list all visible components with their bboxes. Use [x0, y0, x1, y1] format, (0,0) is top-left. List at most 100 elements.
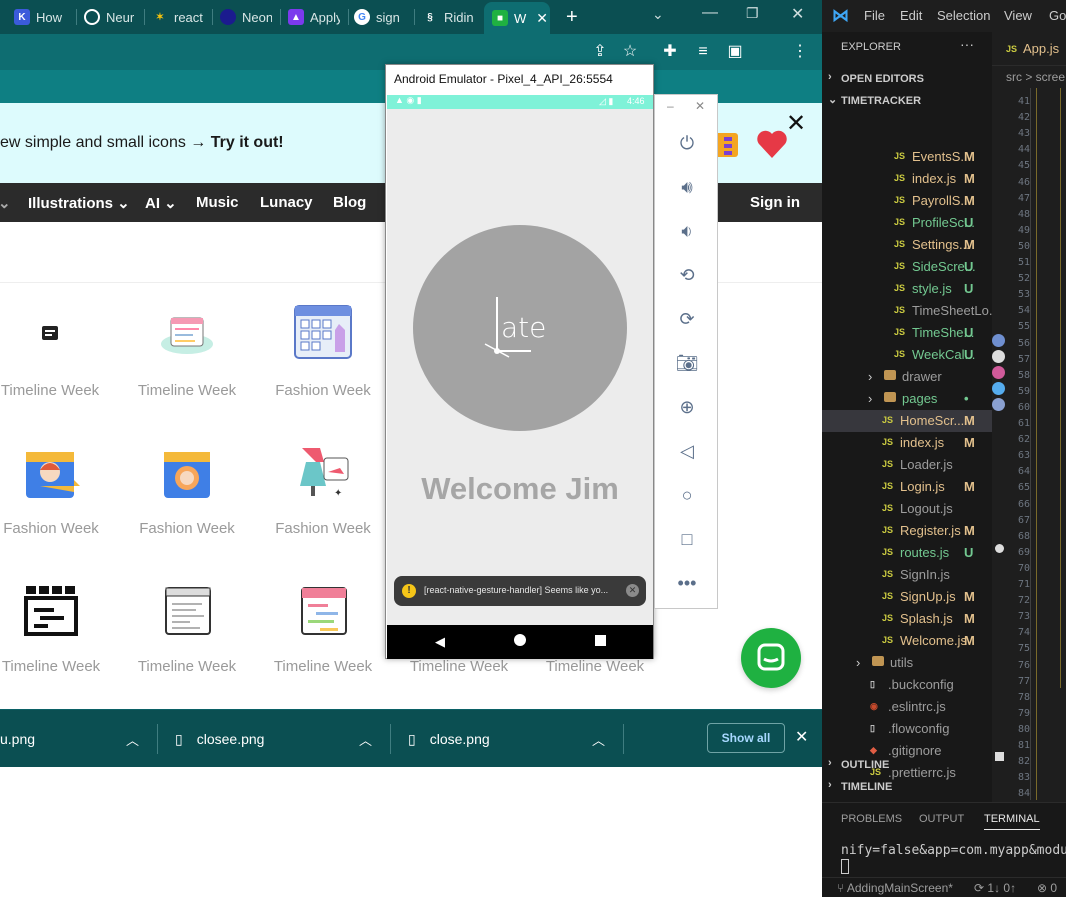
- dismiss-toast-icon[interactable]: ✕: [626, 584, 639, 597]
- open-editors-section[interactable]: › OPEN EDITORS: [822, 68, 992, 90]
- tree-file[interactable]: JS Welcome.js M: [822, 630, 992, 652]
- timeline-week-lined-icon[interactable]: [160, 582, 220, 642]
- overview-icon[interactable]: □: [675, 527, 699, 551]
- browser-tab-active[interactable]: ■ W ✕: [484, 2, 550, 34]
- tree-folder[interactable]: › utils: [822, 652, 992, 674]
- tree-file[interactable]: JS Settings... M: [822, 234, 992, 256]
- android-recents-button[interactable]: [595, 635, 606, 646]
- fold-marker[interactable]: [995, 752, 1004, 761]
- chevron-right-icon[interactable]: ›: [856, 655, 860, 670]
- browser-tab[interactable]: ▲ Apply: [288, 4, 340, 30]
- tree-file[interactable]: JS Logout.js: [822, 498, 992, 520]
- download-item[interactable]: ▯ close.png ︿: [408, 710, 622, 768]
- close-promo-icon[interactable]: ✕: [786, 109, 806, 138]
- outline-section[interactable]: › OUTLINE: [822, 754, 992, 776]
- close-window-icon[interactable]: ✕: [791, 4, 804, 24]
- download-item[interactable]: ▯ closee.png ︿: [175, 710, 389, 768]
- tab-terminal[interactable]: TERMINAL: [984, 813, 1040, 830]
- tree-file[interactable]: JS style.js U: [822, 278, 992, 300]
- warning-toast[interactable]: ! [react-native-gesture-handler] Seems l…: [394, 576, 646, 606]
- chevron-up-icon[interactable]: ︿: [126, 730, 139, 749]
- close-icon[interactable]: ✕: [695, 99, 705, 113]
- tree-file[interactable]: JS TimeSheetLo...: [822, 300, 1000, 322]
- rotate-left-icon[interactable]: ⟲: [675, 263, 699, 287]
- tree-folder[interactable]: › pages •: [822, 388, 992, 410]
- tree-file[interactable]: JS Login.js M: [822, 476, 992, 498]
- editor-tab[interactable]: JS App.js: [992, 32, 1066, 66]
- nav-music[interactable]: Music: [196, 194, 239, 211]
- nav-illustrations[interactable]: Illustrations ⌄: [28, 194, 130, 212]
- browser-tab[interactable]: K How: [14, 4, 76, 30]
- git-branch[interactable]: ⑂ AddingMainScreen*: [837, 881, 953, 895]
- tree-file[interactable]: JS Splash.js M: [822, 608, 992, 630]
- menu-view[interactable]: View: [1004, 8, 1032, 23]
- tab-search-icon[interactable]: ⌄: [652, 6, 664, 23]
- camera-icon[interactable]: 📷︎: [675, 351, 699, 375]
- menu-go[interactable]: Go: [1049, 8, 1066, 23]
- tree-file[interactable]: JS routes.js U: [822, 542, 992, 564]
- bookmark-star-icon[interactable]: ☆: [620, 42, 640, 62]
- show-all-button[interactable]: Show all: [707, 723, 785, 753]
- minimize-icon[interactable]: —: [702, 4, 718, 22]
- tree-file[interactable]: ◉ .eslintrc.js: [822, 696, 992, 718]
- close-downloads-icon[interactable]: ✕: [795, 727, 808, 747]
- tree-file[interactable]: JS ProfileSc... U: [822, 212, 992, 234]
- tree-file[interactable]: JS SideScre... U: [822, 256, 992, 278]
- fashion-week-dress-icon[interactable]: ✦: [294, 440, 354, 500]
- sign-in-link[interactable]: Sign in: [750, 194, 800, 211]
- chevron-right-icon[interactable]: ›: [868, 391, 872, 406]
- zoom-icon[interactable]: ⊕: [675, 395, 699, 419]
- back-icon[interactable]: ◁: [675, 439, 699, 463]
- nav-ai[interactable]: AI ⌄: [145, 194, 177, 212]
- timeline-week-pixel-icon[interactable]: [22, 584, 82, 644]
- rotate-right-icon[interactable]: ⟳: [675, 307, 699, 331]
- close-tab-icon[interactable]: ✕: [536, 10, 548, 27]
- fashion-week-calendar-person-icon[interactable]: [160, 444, 220, 504]
- android-home-button[interactable]: [514, 634, 526, 646]
- tree-file[interactable]: JS WeekCal... U: [822, 344, 992, 366]
- tree-file[interactable]: JS index.js M: [822, 432, 992, 454]
- power-icon[interactable]: ⏻: [675, 131, 699, 155]
- new-tab-button[interactable]: +: [566, 6, 578, 29]
- browser-tab[interactable]: Neon: [220, 4, 272, 30]
- tree-file[interactable]: JS TimeShe... U: [822, 322, 992, 344]
- media-queue-icon[interactable]: ≡: [693, 42, 713, 62]
- menu-file[interactable]: File: [864, 8, 885, 23]
- timeline-section[interactable]: › TIMELINE: [822, 776, 992, 798]
- volume-up-icon[interactable]: 🔊︎: [675, 175, 699, 199]
- project-section[interactable]: ⌄ TIMETRACKER: [822, 90, 992, 112]
- chevron-up-icon[interactable]: ︿: [592, 730, 605, 749]
- try-it-out-link[interactable]: Try it out!: [211, 134, 284, 151]
- tree-file[interactable]: JS SignUp.js M: [822, 586, 992, 608]
- share-icon[interactable]: ⇪: [590, 42, 610, 62]
- more-menu-icon[interactable]: ⋮: [790, 42, 810, 62]
- tree-file[interactable]: JS EventsS... M: [822, 146, 992, 168]
- nav-blog[interactable]: Blog: [333, 194, 366, 211]
- explorer-more-icon[interactable]: ···: [960, 36, 974, 52]
- timeline-week-cloud-icon[interactable]: [157, 304, 217, 364]
- browser-tab[interactable]: Gsign: [354, 4, 406, 30]
- nav-lunacy[interactable]: Lunacy: [260, 194, 313, 211]
- chat-button[interactable]: [741, 628, 801, 688]
- fashion-week-person-icon[interactable]: [22, 442, 82, 502]
- tree-file[interactable]: JS PayrollS... M: [822, 190, 992, 212]
- minimize-icon[interactable]: –: [667, 99, 674, 113]
- browser-tab[interactable]: Neur: [84, 4, 136, 30]
- more-icon[interactable]: •••: [675, 571, 699, 595]
- tree-file[interactable]: JS index.js M: [822, 168, 992, 190]
- menu-selection[interactable]: Selection: [937, 8, 990, 23]
- tree-file[interactable]: JS Loader.js: [822, 454, 992, 476]
- browser-tab[interactable]: § Ridin: [422, 4, 476, 30]
- extensions-icon[interactable]: ✚: [660, 42, 680, 62]
- download-item[interactable]: u.png ︿: [0, 710, 156, 768]
- tree-folder[interactable]: › drawer: [822, 366, 992, 388]
- timeline-week-color-icon[interactable]: [296, 582, 356, 642]
- chevron-up-icon[interactable]: ︿: [359, 730, 372, 749]
- volume-down-icon[interactable]: 🔉︎: [675, 219, 699, 243]
- tree-file[interactable]: JS SignIn.js: [822, 564, 992, 586]
- tree-file[interactable]: JS Register.js M: [822, 520, 992, 542]
- menu-edit[interactable]: Edit: [900, 8, 922, 23]
- tab-problems[interactable]: PROBLEMS: [841, 813, 902, 825]
- tree-file[interactable]: JS HomeScr... M: [822, 410, 992, 432]
- side-panel-icon[interactable]: ▣: [725, 42, 745, 62]
